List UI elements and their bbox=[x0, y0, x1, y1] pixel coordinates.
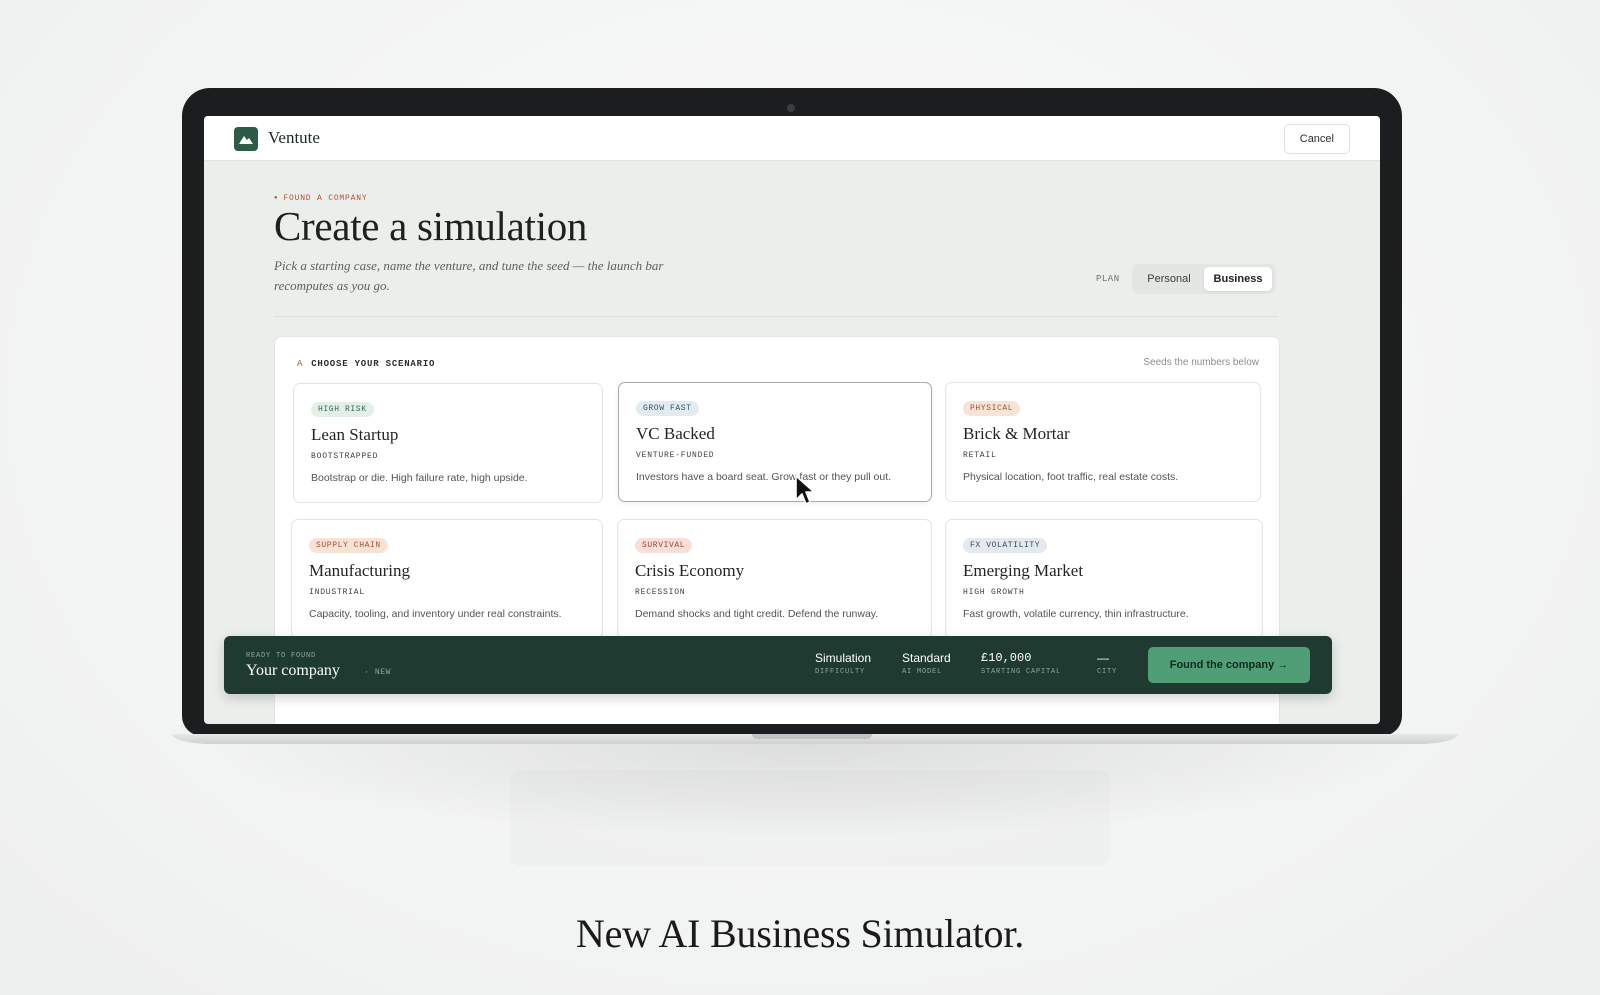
camera-dot bbox=[787, 104, 795, 112]
top-bar: Ventute Cancel bbox=[204, 116, 1380, 161]
stat-label: STARTING CAPITAL bbox=[981, 668, 1062, 676]
stat-value: £10,000 bbox=[981, 651, 1032, 665]
scenario-description: Demand shocks and tight credit. Defend t… bbox=[635, 608, 879, 620]
scenario-subtitle: INDUSTRIAL bbox=[309, 588, 366, 597]
plan-label: PLAN bbox=[1096, 274, 1120, 284]
promo-caption: New AI Business Simulator. bbox=[575, 911, 1025, 956]
company-status-badge: NEW bbox=[364, 668, 391, 677]
mountain-logo-icon bbox=[234, 127, 258, 151]
scenario-title: Crisis Economy bbox=[635, 561, 745, 580]
scenario-tag: HIGH RISK bbox=[311, 402, 374, 417]
scenario-subtitle: HIGH GROWTH bbox=[963, 588, 1025, 597]
ready-label: READY TO FOUND bbox=[246, 652, 317, 660]
scenario-subtitle: BOOTSTRAPPED bbox=[311, 452, 379, 461]
scenario-title: Brick & Mortar bbox=[963, 424, 1070, 443]
app-screen: Ventute Cancel FOUND A COMPANY Create a … bbox=[204, 116, 1380, 724]
cursor-icon bbox=[795, 475, 815, 505]
stat-label: CITY bbox=[1097, 668, 1118, 676]
scenario-title: Emerging Market bbox=[963, 561, 1084, 580]
scenario-card-brick-mortar[interactable]: PHYSICAL Brick & Mortar RETAIL Physical … bbox=[945, 382, 1261, 502]
brand-name: Ventute bbox=[268, 128, 320, 147]
scenario-description: Physical location, foot traffic, real es… bbox=[963, 471, 1179, 483]
scenario-card-manufacturing[interactable]: SUPPLY CHAIN Manufacturing INDUSTRIAL Ca… bbox=[291, 519, 603, 639]
stat-label: DIFFICULTY bbox=[815, 668, 866, 676]
section-title: CHOOSE YOUR SCENARIO bbox=[311, 359, 436, 369]
scenario-subtitle: RECESSION bbox=[635, 588, 686, 597]
stat-value: — bbox=[1097, 651, 1109, 665]
scenario-description: Capacity, tooling, and inventory under r… bbox=[309, 608, 562, 620]
scenario-tag: SURVIVAL bbox=[635, 538, 693, 553]
scenario-title: VC Backed bbox=[636, 424, 715, 443]
company-name: Your company bbox=[246, 662, 340, 679]
page-subtitle: Pick a starting case, name the venture, … bbox=[274, 258, 664, 293]
scenario-tag: GROW FAST bbox=[636, 401, 699, 416]
scenario-description: Fast growth, volatile currency, thin inf… bbox=[963, 608, 1189, 620]
scenario-hint: Seeds the numbers below bbox=[1143, 357, 1259, 368]
scenario-card-crisis-economy[interactable]: SURVIVAL Crisis Economy RECESSION Demand… bbox=[617, 519, 932, 639]
plan-option-business[interactable]: Business bbox=[1204, 267, 1272, 291]
scenario-title: Manufacturing bbox=[309, 561, 411, 580]
section-letter: A bbox=[297, 359, 304, 369]
scenario-section-label: A CHOOSE YOUR SCENARIO bbox=[297, 359, 435, 369]
scenario-card-emerging-market[interactable]: FX VOLATILITY Emerging Market HIGH GROWT… bbox=[945, 519, 1263, 639]
scenario-description: Investors have a board seat. Grow fast o… bbox=[636, 471, 892, 483]
scenario-card-lean-startup[interactable]: HIGH RISK Lean Startup BOOTSTRAPPED Boot… bbox=[293, 383, 603, 503]
launch-bar: READY TO FOUND Your company NEW Simulati… bbox=[224, 636, 1332, 694]
video-controls-ghost bbox=[510, 770, 1110, 866]
scenario-subtitle: VENTURE-FUNDED bbox=[636, 451, 715, 460]
scenario-subtitle: RETAIL bbox=[963, 451, 997, 460]
stat-difficulty: Simulation DIFFICULTY bbox=[815, 651, 871, 676]
cancel-button[interactable]: Cancel bbox=[1283, 124, 1350, 154]
stat-value: Standard bbox=[902, 651, 951, 665]
stat-city: — CITY bbox=[1097, 651, 1117, 676]
scenario-tag: SUPPLY CHAIN bbox=[309, 538, 388, 553]
stat-starting-capital: £10,000 STARTING CAPITAL bbox=[981, 651, 1061, 676]
stat-ai-model: Standard AI MODEL bbox=[902, 651, 951, 676]
plan-toggle: Personal Business bbox=[1132, 264, 1276, 294]
stat-value: Simulation bbox=[815, 651, 872, 665]
plan-option-personal[interactable]: Personal bbox=[1136, 267, 1202, 291]
scenario-title: Lean Startup bbox=[311, 425, 399, 444]
laptop-frame: Ventute Cancel FOUND A COMPANY Create a … bbox=[182, 88, 1402, 736]
scenario-tag: PHYSICAL bbox=[963, 401, 1021, 416]
stat-label: AI MODEL bbox=[902, 668, 943, 676]
page-title: Create a simulation bbox=[274, 203, 588, 249]
scenario-card-vc-backed[interactable]: GROW FAST VC Backed VENTURE-FUNDED Inves… bbox=[618, 382, 932, 502]
scenario-tag: FX VOLATILITY bbox=[963, 538, 1048, 553]
scenario-description: Bootstrap or die. High failure rate, hig… bbox=[311, 472, 528, 484]
found-company-button[interactable]: Found the company → bbox=[1148, 647, 1310, 683]
section-divider bbox=[274, 316, 1278, 317]
laptop-notch bbox=[752, 734, 872, 739]
